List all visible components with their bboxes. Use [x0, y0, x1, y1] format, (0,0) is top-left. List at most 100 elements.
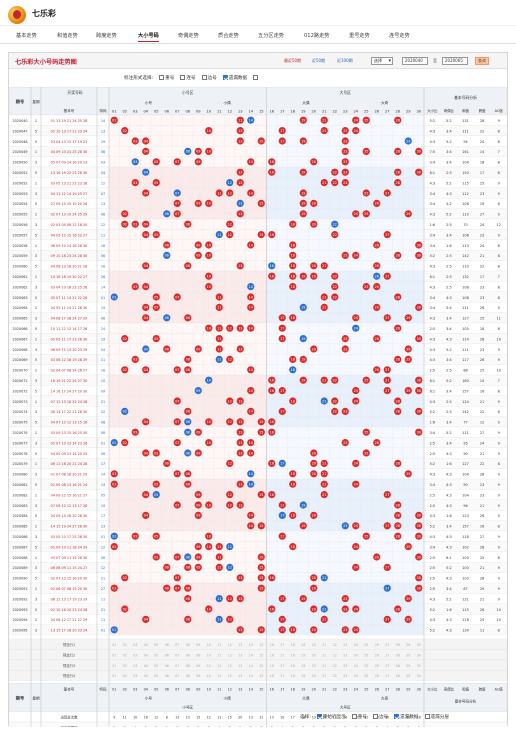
special-cell: 21 [101, 400, 105, 404]
grid-cell [381, 406, 393, 417]
mark-option-checkbox-3[interactable] [222, 75, 228, 80]
analysis-cell: 23 [480, 493, 484, 497]
grid-cell [108, 510, 120, 521]
grid-cell [161, 198, 173, 209]
ball-red-label: 10 [207, 129, 211, 133]
grid-cell [129, 291, 141, 303]
query-button[interactable]: 查询 [475, 57, 489, 65]
grid-cell [360, 385, 372, 396]
ball-red-label: 21 [322, 264, 326, 268]
predict-number: 13 [238, 643, 242, 647]
nav-item-1[interactable]: 和值走势 [57, 32, 78, 39]
grid-cell [140, 468, 152, 480]
ball-red-label: 13 [238, 171, 242, 175]
grid-cell [266, 562, 278, 573]
grid-cell [266, 510, 278, 521]
ball-blue-label: 14 [249, 119, 253, 123]
stat-value: 2 [292, 726, 294, 727]
grid-cell [234, 187, 246, 199]
grid-cell [392, 281, 404, 292]
grid-cell [129, 333, 141, 344]
special-cell: 08 [101, 150, 105, 154]
grid-cell [266, 250, 278, 261]
grid-cell [266, 354, 278, 365]
analysis-cell: 7 [498, 150, 500, 154]
recent-100-link[interactable]: 近100期 [337, 58, 353, 64]
stat-value: 12 [154, 716, 158, 720]
nav-item-8[interactable]: 重号走势 [349, 32, 370, 39]
grid-cell [276, 208, 288, 220]
bottom-option-checkbox-0[interactable] [316, 714, 322, 719]
ball-blue-label: 03 [133, 160, 137, 164]
bottom-option-checkbox-3[interactable] [394, 714, 400, 719]
grid-cell [392, 426, 404, 438]
period-cell: 2020089 [12, 566, 27, 570]
grid-cell [234, 312, 246, 324]
ball-red-label: 18 [291, 399, 295, 403]
grid-cell [350, 499, 362, 511]
analysis-cell: 5:2 [446, 348, 451, 352]
grid-cell [245, 260, 257, 272]
nav-item-7[interactable]: 012路走势 [304, 32, 329, 39]
predict-number: 15 [259, 653, 263, 657]
bottom-option-checkbox-2[interactable] [372, 714, 378, 719]
analysis-cell: 4:3 [446, 452, 451, 456]
predict-number: 09 [196, 664, 200, 668]
bottom-option-checkbox-1[interactable] [351, 714, 357, 719]
nav-item-3[interactable]: 大小号码 [138, 32, 159, 42]
grid-cell [381, 208, 393, 220]
nav-item-0[interactable]: 基本走势 [16, 32, 37, 39]
analysis-title: 基本号码分析 [454, 95, 477, 100]
recent-50-link[interactable]: 近50期 [312, 58, 325, 64]
grid-cell [245, 541, 257, 552]
mark-option-checkbox-4[interactable] [253, 75, 259, 80]
ball-red-label: 25 [364, 150, 368, 154]
analysis-cell: 108 [462, 233, 468, 237]
grid-cell [129, 302, 141, 313]
to-period-input[interactable]: 2020065 [442, 57, 468, 65]
ball-blue-label: 19 [301, 503, 305, 507]
number-col-15: 15 [259, 110, 264, 114]
ball-blue-label: 10 [207, 379, 211, 383]
grid-cell [255, 270, 267, 282]
grid-cell [402, 125, 414, 136]
sub-big: 大偶 [302, 100, 310, 105]
analysis-cell: 29 [480, 587, 484, 591]
latest-50-link[interactable]: 最近50期 [284, 58, 301, 64]
grid-cell [402, 458, 414, 469]
grid-cell [203, 551, 215, 563]
mark-option-checkbox-1[interactable] [180, 75, 186, 80]
footer-number-col-17: 17 [280, 688, 284, 692]
analysis-cell: 132 [462, 275, 468, 279]
predict-number: 14 [249, 664, 253, 668]
predict-number: 20 [312, 674, 316, 678]
period-cell: 2020056 [12, 223, 27, 227]
grid-cell [413, 187, 425, 199]
grid-cell [287, 406, 299, 417]
nav-item-9[interactable]: 连号走势 [389, 32, 410, 39]
predict-number: 14 [249, 674, 253, 678]
stat-value: 5 [166, 726, 168, 727]
nav-item-4[interactable]: 奇偶走势 [178, 32, 199, 39]
grid-cell [297, 541, 309, 552]
bottom-option-checkbox-4[interactable] [424, 714, 430, 719]
from-period-input[interactable]: 2020040 [402, 57, 428, 65]
grid-cell [245, 229, 257, 240]
grid-cell [140, 250, 152, 261]
grid-cell [213, 374, 225, 386]
predict-number: 12 [228, 653, 232, 657]
draw-cell: 04 05 11 14 21 26 30 [51, 306, 88, 310]
grid-cell [255, 166, 267, 178]
nav-item-5[interactable]: 质合走势 [218, 32, 239, 39]
grid-cell [171, 385, 183, 396]
mark-option-checkbox-0[interactable] [159, 75, 165, 80]
grid-cell [350, 177, 362, 188]
mark-option-checkbox-2[interactable] [201, 75, 207, 80]
grid-cell [297, 406, 309, 417]
footer-col-special: 特码 [99, 687, 107, 692]
nav-item-2[interactable]: 跨度走势 [96, 32, 117, 39]
predict-number: 05 [154, 643, 158, 647]
grid-cell [371, 624, 383, 636]
nav-item-6[interactable]: 五分区走势 [258, 32, 284, 39]
period-select[interactable]: 选择 [371, 57, 393, 65]
